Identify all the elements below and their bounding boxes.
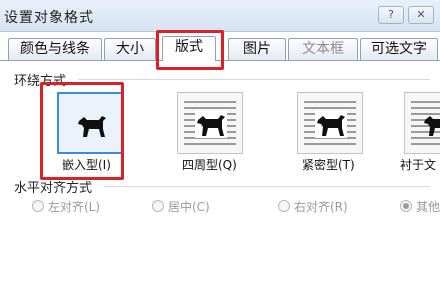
wrap-option-behind[interactable] [404,92,440,154]
wrap-option-tight[interactable] [297,92,363,154]
dog-behind-icon [424,116,440,136]
wrap-section-divider [78,79,430,80]
align-right-radio[interactable] [278,200,290,212]
align-other-radio[interactable] [400,200,412,212]
align-left-label: 左对齐(L) [48,200,101,214]
tab-divider [0,60,440,61]
align-section-title: 水平对齐方式 [14,181,93,196]
tab-strip: 颜色与线条 大小 版式 图片 文本框 可选文字 [0,36,440,61]
wrap-behind-label: 衬于文 [400,158,437,172]
wrap-option-inline[interactable] [57,92,123,154]
dog-tight-icon [315,110,347,138]
align-center-radio[interactable] [152,200,164,212]
tab-textbox[interactable]: 文本框 [288,38,358,60]
tab-colors-lines[interactable]: 颜色与线条 [8,38,102,60]
wrap-behind-thumb [404,92,440,154]
wrap-section-title: 环绕方式 [14,74,67,89]
align-radio-row: 左对齐(L) 居中(C) 右对齐(R) 其他 [0,198,440,218]
help-icon[interactable]: ? [378,6,404,24]
align-left-radio[interactable] [32,200,44,212]
tab-layout[interactable]: 版式 [162,36,216,61]
wrap-inline-thumb [57,92,123,154]
close-icon[interactable]: ✕ [408,6,434,24]
wrap-square-label: 四周型(Q) [182,158,237,172]
dog-inline-icon [78,116,106,137]
align-other-label: 其他 [416,200,440,214]
align-right-label: 右对齐(R) [294,200,348,214]
dialog-title: 设置对象格式 [4,10,94,26]
wrap-inline-label: 嵌入型(I) [62,158,111,172]
wrap-tight-label: 紧密型(T) [302,158,355,172]
tab-size[interactable]: 大小 [104,38,156,60]
align-section-divider [104,186,430,187]
tab-alt-text[interactable]: 可选文字 [360,38,438,60]
wrap-tight-thumb [297,92,363,154]
wrap-option-square[interactable] [177,92,243,154]
dialog-bottom-area [0,224,440,290]
dialog-titlebar: 设置对象格式 ? ✕ [0,0,440,32]
align-center-label: 居中(C) [168,200,210,214]
wrap-square-thumb [177,92,243,154]
tab-picture[interactable]: 图片 [228,38,286,60]
dog-square-icon [195,110,227,138]
